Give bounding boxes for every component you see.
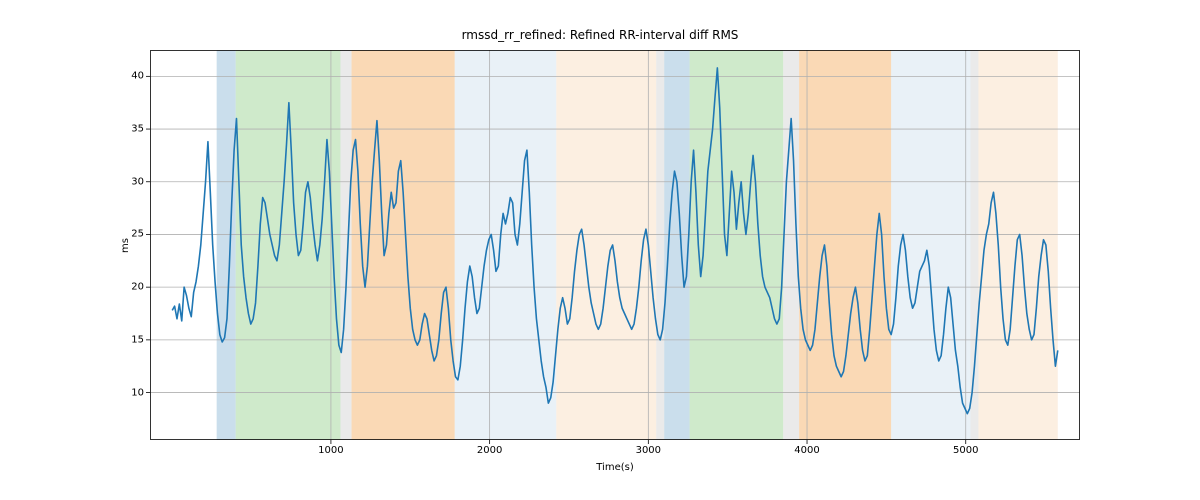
y-tick-label: 35	[104, 124, 144, 135]
x-tick-label: 3000	[636, 445, 661, 456]
y-tick-label: 15	[104, 334, 144, 345]
y-tick-label: 40	[104, 71, 144, 82]
axes-area	[150, 50, 1080, 440]
x-axis-label: Time(s)	[150, 462, 1080, 473]
y-tick-label: 25	[104, 229, 144, 240]
x-tick-label: 5000	[953, 445, 978, 456]
x-tick-label: 1000	[318, 445, 343, 456]
x-tick-label: 4000	[794, 445, 819, 456]
x-tick-label: 2000	[477, 445, 502, 456]
y-tick-label: 20	[104, 282, 144, 293]
y-tick-label: 10	[104, 387, 144, 398]
y-tick-label: 30	[104, 176, 144, 187]
y-axis-label: ms	[118, 50, 132, 440]
chart-title: rmssd_rr_refined: Refined RR-interval di…	[0, 28, 1200, 42]
figure: rmssd_rr_refined: Refined RR-interval di…	[0, 0, 1200, 500]
line-plot	[150, 50, 1080, 440]
